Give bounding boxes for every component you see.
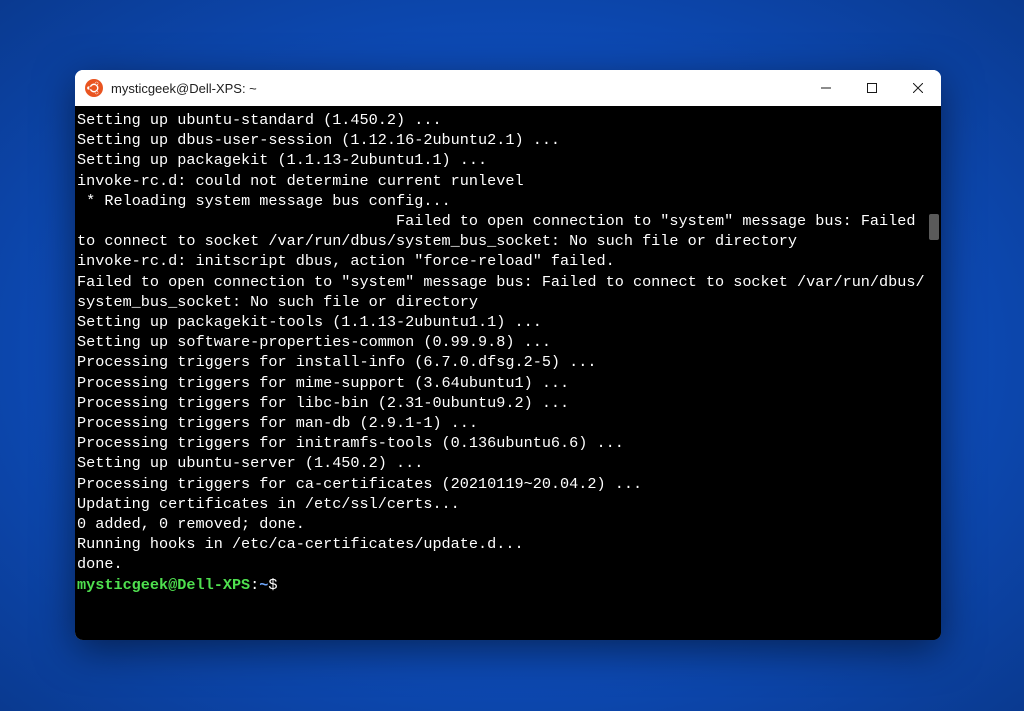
terminal-line: Processing triggers for mime-support (3.… xyxy=(77,373,925,393)
terminal-line: Processing triggers for install-info (6.… xyxy=(77,352,925,372)
scrollbar[interactable] xyxy=(927,106,941,640)
maximize-icon xyxy=(867,83,877,93)
terminal-prompt[interactable]: mysticgeek@Dell-XPS:~$ xyxy=(77,575,925,595)
terminal-line: Processing triggers for initramfs-tools … xyxy=(77,433,925,453)
close-button[interactable] xyxy=(895,70,941,106)
terminal-window: mysticgeek@Dell-XPS: ~ Setting up ubuntu… xyxy=(75,70,941,640)
maximize-button[interactable] xyxy=(849,70,895,106)
close-icon xyxy=(913,83,923,93)
terminal-area: Setting up ubuntu-standard (1.450.2) ...… xyxy=(75,106,941,640)
minimize-icon xyxy=(821,83,831,93)
terminal-line: Setting up ubuntu-standard (1.450.2) ... xyxy=(77,110,925,130)
terminal-line: invoke-rc.d: could not determine current… xyxy=(77,171,925,191)
prompt-dollar: $ xyxy=(268,576,277,594)
terminal-line: invoke-rc.d: initscript dbus, action "fo… xyxy=(77,251,925,271)
titlebar[interactable]: mysticgeek@Dell-XPS: ~ xyxy=(75,70,941,106)
prompt-colon: : xyxy=(250,576,259,594)
terminal-line: Setting up ubuntu-server (1.450.2) ... xyxy=(77,453,925,473)
terminal-line: done. xyxy=(77,554,925,574)
terminal-line: Setting up packagekit (1.1.13-2ubuntu1.1… xyxy=(77,150,925,170)
terminal-line: Failed to open connection to "system" me… xyxy=(77,272,925,312)
terminal-line: Processing triggers for ca-certificates … xyxy=(77,474,925,494)
terminal-line: Updating certificates in /etc/ssl/certs.… xyxy=(77,494,925,514)
scrollbar-thumb[interactable] xyxy=(929,214,939,240)
terminal-line: Processing triggers for libc-bin (2.31-0… xyxy=(77,393,925,413)
terminal-line: Setting up software-properties-common (0… xyxy=(77,332,925,352)
terminal-line: 0 added, 0 removed; done. xyxy=(77,514,925,534)
window-controls xyxy=(803,70,941,106)
minimize-button[interactable] xyxy=(803,70,849,106)
terminal-line: * Reloading system message bus config... xyxy=(77,191,925,211)
terminal-line: Setting up dbus-user-session (1.12.16-2u… xyxy=(77,130,925,150)
terminal-line: Setting up packagekit-tools (1.1.13-2ubu… xyxy=(77,312,925,332)
terminal-line: Processing triggers for man-db (2.9.1-1)… xyxy=(77,413,925,433)
ubuntu-icon xyxy=(85,79,103,97)
window-title: mysticgeek@Dell-XPS: ~ xyxy=(111,81,803,96)
prompt-user-host: mysticgeek@Dell-XPS xyxy=(77,576,250,594)
terminal-line: Running hooks in /etc/ca-certificates/up… xyxy=(77,534,925,554)
terminal-line: Failed to open connection to "system" me… xyxy=(77,211,925,251)
terminal-output[interactable]: Setting up ubuntu-standard (1.450.2) ...… xyxy=(75,106,927,640)
